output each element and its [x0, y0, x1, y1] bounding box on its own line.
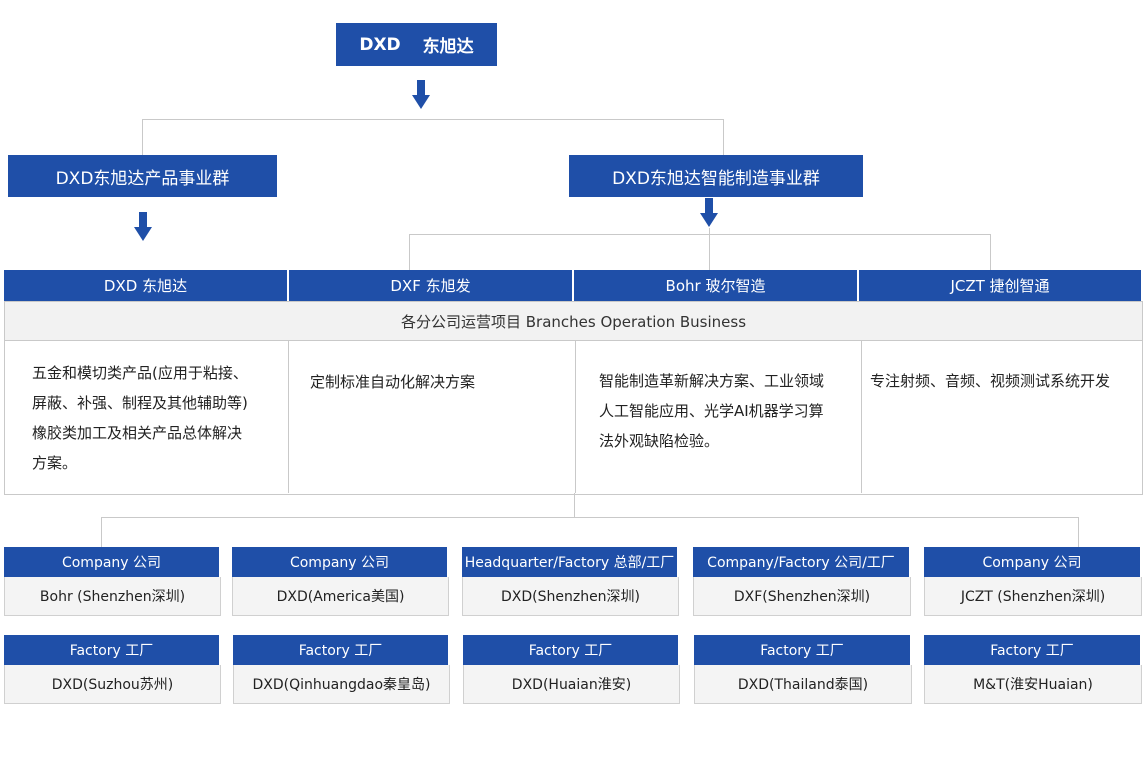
- location-name-text: DXD(Shenzhen深圳): [500, 589, 641, 605]
- description-line: 法外观缺陷检验。: [599, 432, 720, 450]
- connector-line: [409, 234, 410, 270]
- description-line: 屏蔽、补强、制程及其他辅助等): [32, 394, 248, 412]
- brand-header-jczt: JCZT 捷创智通: [859, 270, 1141, 301]
- product-group-label: DXD东旭达产品事业群: [55, 168, 230, 189]
- location-name-text: DXD(America美国): [276, 589, 405, 605]
- connector-line: [101, 517, 102, 547]
- arrow-down-icon: [134, 212, 152, 242]
- location-type-text: Company 公司: [289, 555, 390, 571]
- location-name-text: DXD(Suzhou苏州): [51, 677, 174, 693]
- root-label-en: DXD: [359, 34, 401, 55]
- connector-line: [1078, 517, 1079, 547]
- location-type: Company 公司: [924, 547, 1140, 577]
- brand-label: DXF 东旭发: [390, 277, 471, 295]
- location-type: Factory 工厂: [4, 635, 219, 665]
- description-jczt: 专注射频、音频、视频测试系统开发: [870, 366, 1140, 396]
- location-name: M&T(淮安Huaian): [924, 665, 1142, 704]
- location-name: DXD(America美国): [232, 577, 449, 616]
- branches-title: 各分公司运营项目 Branches Operation Business: [5, 302, 1142, 341]
- arrow-down-icon: [700, 198, 718, 228]
- arrow-down-icon: [412, 80, 430, 110]
- branches-operation-panel: 各分公司运营项目 Branches Operation Business 五金和…: [4, 301, 1143, 495]
- brand-label: JCZT 捷创智通: [950, 277, 1050, 295]
- brand-label: Bohr 玻尔智造: [665, 277, 766, 295]
- description-bohr: 智能制造革新解决方案、工业领域 人工智能应用、光学AI机器学习算 法外观缺陷检验…: [599, 366, 849, 456]
- column-divider: [861, 340, 862, 493]
- connector-line: [709, 228, 710, 270]
- location-type: Headquarter/Factory 总部/工厂: [462, 547, 677, 577]
- connector-line: [409, 234, 991, 235]
- connector-line: [990, 234, 991, 270]
- location-type-text: Factory 工厂: [528, 643, 613, 659]
- root-node: DXD 东旭达: [336, 23, 497, 66]
- location-type: Company 公司: [4, 547, 219, 577]
- location-name: DXD(Suzhou苏州): [4, 665, 221, 704]
- location-name-text: M&T(淮安Huaian): [973, 677, 1093, 693]
- location-type: Factory 工厂: [924, 635, 1140, 665]
- location-type: Factory 工厂: [233, 635, 448, 665]
- connector-line: [574, 493, 575, 517]
- location-type-text: Factory 工厂: [298, 643, 383, 659]
- location-type: Factory 工厂: [463, 635, 678, 665]
- column-divider: [575, 340, 576, 493]
- description-line: 人工智能应用、光学AI机器学习算: [599, 402, 824, 420]
- product-group-node: DXD东旭达产品事业群: [8, 155, 277, 197]
- connector-line: [142, 119, 143, 155]
- location-type-text: Company 公司: [61, 555, 162, 571]
- location-name-text: DXD(Qinhuangdao秦皇岛): [252, 677, 431, 693]
- description-line: 定制标准自动化解决方案: [310, 373, 476, 391]
- location-type: Factory 工厂: [694, 635, 910, 665]
- manufacturing-group-label: DXD东旭达智能制造事业群: [612, 168, 820, 189]
- description-dxf: 定制标准自动化解决方案: [310, 367, 570, 397]
- description-line: 方案。: [32, 454, 78, 472]
- description-line: 五金和模切类产品(应用于粘接、: [32, 364, 248, 382]
- location-type-text: Factory 工厂: [760, 643, 844, 659]
- location-type-text: Company/Factory 公司/工厂: [707, 555, 895, 571]
- description-line: 智能制造革新解决方案、工业领域: [599, 372, 825, 390]
- location-name: DXD(Huaian淮安): [463, 665, 680, 704]
- connector-line: [723, 119, 724, 155]
- connector-line: [142, 119, 724, 120]
- location-name: DXD(Shenzhen深圳): [462, 577, 679, 616]
- location-name: DXD(Thailand泰国): [694, 665, 912, 704]
- brand-label: DXD 东旭达: [103, 277, 188, 295]
- description-line: 专注射频、音频、视频测试系统开发: [870, 372, 1111, 390]
- brand-header-dxd: DXD 东旭达: [4, 270, 287, 301]
- location-type-text: Headquarter/Factory 总部/工厂: [464, 555, 675, 571]
- location-name: JCZT (Shenzhen深圳): [924, 577, 1142, 616]
- location-name-text: DXD(Thailand泰国): [737, 677, 869, 693]
- root-label-cn: 东旭达: [422, 37, 474, 57]
- location-name: Bohr (Shenzhen深圳): [4, 577, 221, 616]
- brand-header-dxf: DXF 东旭发: [289, 270, 572, 301]
- description-line: 橡胶类加工及相关产品总体解决: [32, 424, 243, 442]
- location-name-text: DXD(Huaian淮安): [511, 677, 632, 693]
- location-type: Company 公司: [232, 547, 447, 577]
- connector-line: [101, 517, 1079, 518]
- location-name: DXD(Qinhuangdao秦皇岛): [233, 665, 450, 704]
- location-type-text: Company 公司: [982, 555, 1082, 571]
- brand-header-bohr: Bohr 玻尔智造: [574, 270, 857, 301]
- location-type: Company/Factory 公司/工厂: [693, 547, 909, 577]
- location-name-text: Bohr (Shenzhen深圳): [39, 589, 186, 605]
- location-type-text: Factory 工厂: [69, 643, 154, 659]
- branches-title-text: 各分公司运营项目 Branches Operation Business: [400, 312, 747, 331]
- description-dxd: 五金和模切类产品(应用于粘接、 屏蔽、补强、制程及其他辅助等) 橡胶类加工及相关…: [32, 358, 282, 478]
- location-name-text: JCZT (Shenzhen深圳): [960, 589, 1106, 605]
- location-type-text: Factory 工厂: [990, 643, 1074, 659]
- location-name: DXF(Shenzhen深圳): [693, 577, 911, 616]
- manufacturing-group-node: DXD东旭达智能制造事业群: [569, 155, 863, 197]
- location-name-text: DXF(Shenzhen深圳): [733, 589, 871, 605]
- column-divider: [288, 340, 289, 493]
